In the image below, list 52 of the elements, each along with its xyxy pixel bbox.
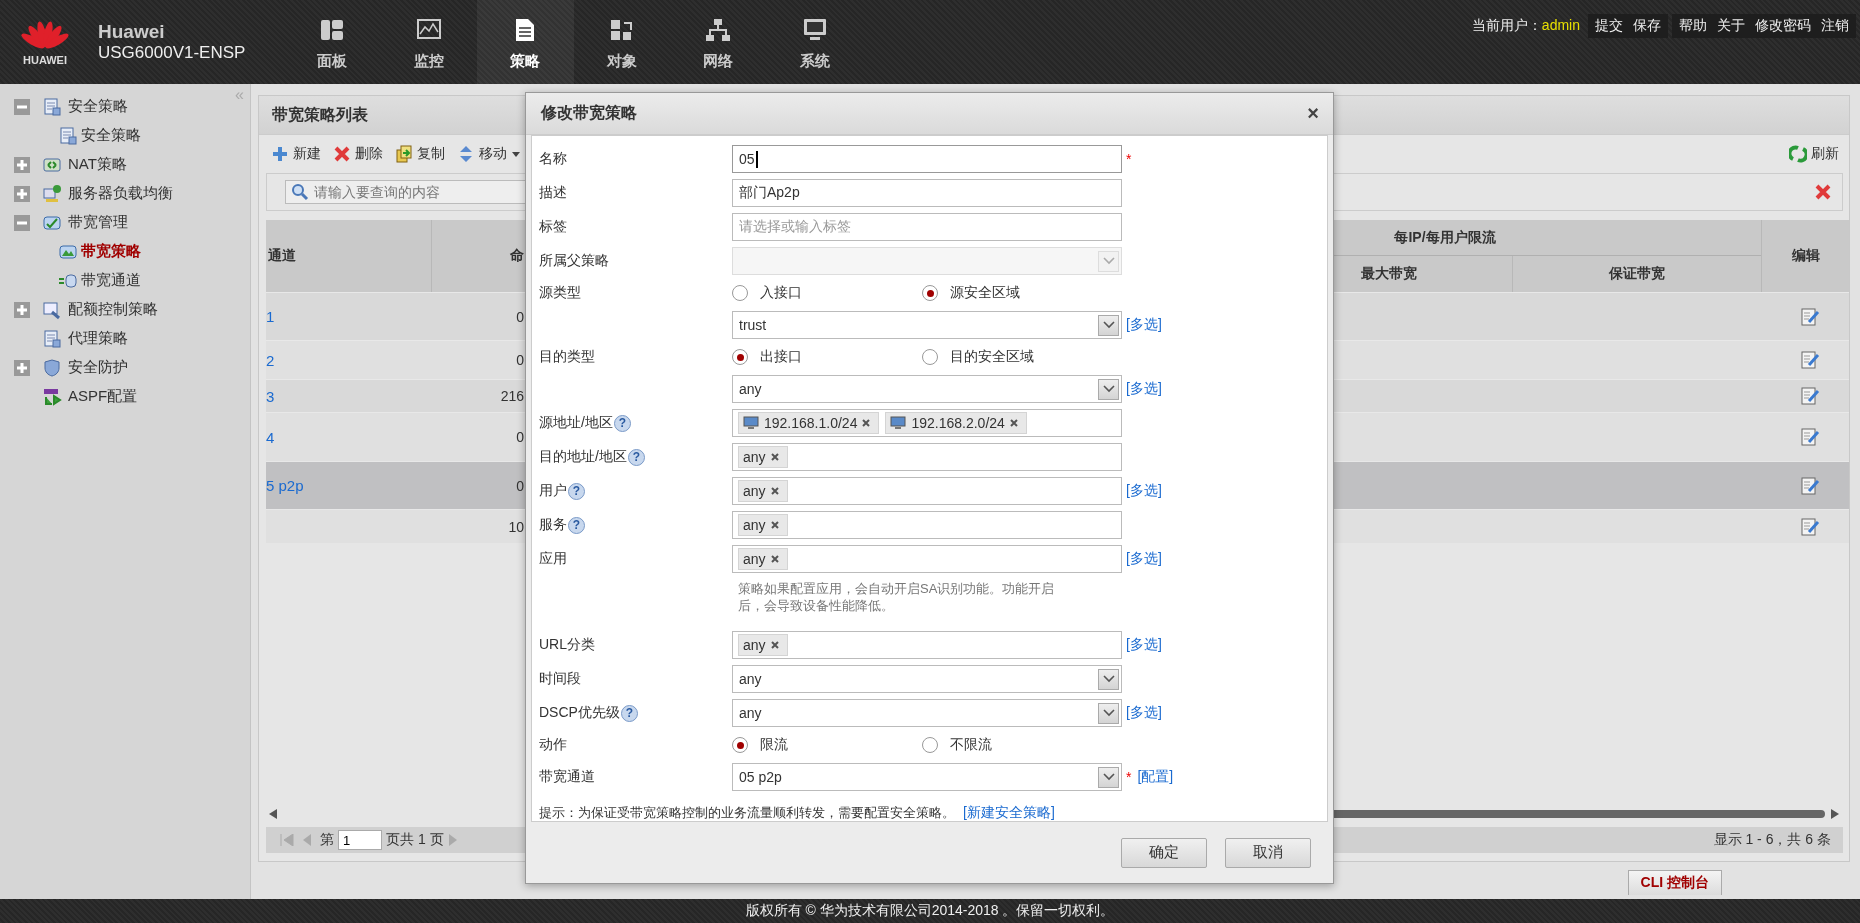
tag: any: [738, 446, 788, 468]
brand-name: Huawei: [98, 21, 166, 43]
table-cell: 0: [516, 308, 524, 325]
column-header: 最大带宽: [1339, 256, 1513, 292]
table-cell: 2: [266, 351, 275, 369]
table-cell: 3: [266, 387, 275, 405]
hint-text: 提示：为保证受带宽策略控制的业务流量顺利转发，需要配置安全策略。: [539, 804, 955, 822]
required-mark: *: [1126, 769, 1132, 785]
table-cell: 1: [266, 308, 275, 325]
column-header: 通道: [266, 220, 432, 292]
table-cell: 216: [500, 388, 524, 404]
field-label: 目的类型: [539, 348, 595, 366]
column-header: 编辑: [1761, 220, 1849, 292]
tag: any: [738, 514, 788, 536]
field-label: 带宽通道: [539, 768, 595, 786]
table-cell: 10: [508, 518, 524, 535]
logo-text: HUAWEI: [23, 54, 67, 66]
field-label: 描述: [539, 184, 567, 202]
record-summary: 显示 1 - 6，共 6 条: [1713, 831, 1831, 849]
tag: 192.168.2.0/24: [885, 412, 1027, 434]
tag: any: [738, 548, 788, 570]
field-label: DSCP优先级: [539, 704, 620, 722]
table-cell: 0: [516, 429, 524, 445]
table-cell: 0: [516, 352, 524, 368]
column-header: 命: [432, 220, 528, 292]
field-label: 时间段: [539, 670, 581, 688]
tag: any: [738, 634, 788, 656]
current-user-label: 当前用户：: [1471, 16, 1542, 35]
field-label: 源地址/地区: [539, 414, 613, 432]
field-label: 应用: [539, 550, 567, 568]
field-label: 用户: [539, 482, 567, 500]
note-text: 策略如果配置应用，会自动开启SA识别功能。功能开启后，会导致设备性能降低。: [738, 580, 1056, 614]
field-label: 所属父策略: [539, 252, 609, 270]
table-cell: 4: [266, 428, 275, 446]
user-name: admin: [1541, 16, 1581, 33]
dialog-title: 修改带宽策略: [541, 103, 637, 123]
field-label: 标签: [539, 218, 567, 236]
field-label: URL分类: [539, 636, 595, 654]
required-mark: *: [1126, 151, 1132, 167]
panel-title: 带宽策略列表: [272, 104, 368, 125]
field-label: 名称: [539, 150, 567, 168]
table-cell: 0: [516, 477, 524, 494]
column-header: 保证带宽: [1513, 256, 1761, 292]
tag: 192.168.1.0/24: [738, 412, 880, 434]
table-cell: 5 p2p: [266, 477, 304, 494]
page-count-label: 页共 1 页: [386, 831, 444, 849]
device-model: USG6000V1-ENSP: [98, 43, 247, 63]
field-label: 服务: [539, 516, 567, 534]
tag: any: [738, 480, 788, 502]
field-label: 动作: [539, 736, 567, 754]
page-label: 第: [320, 831, 334, 849]
copyright-text: 版权所有 © 华为技术有限公司2014-2018 。保留一切权利。: [745, 902, 1115, 920]
